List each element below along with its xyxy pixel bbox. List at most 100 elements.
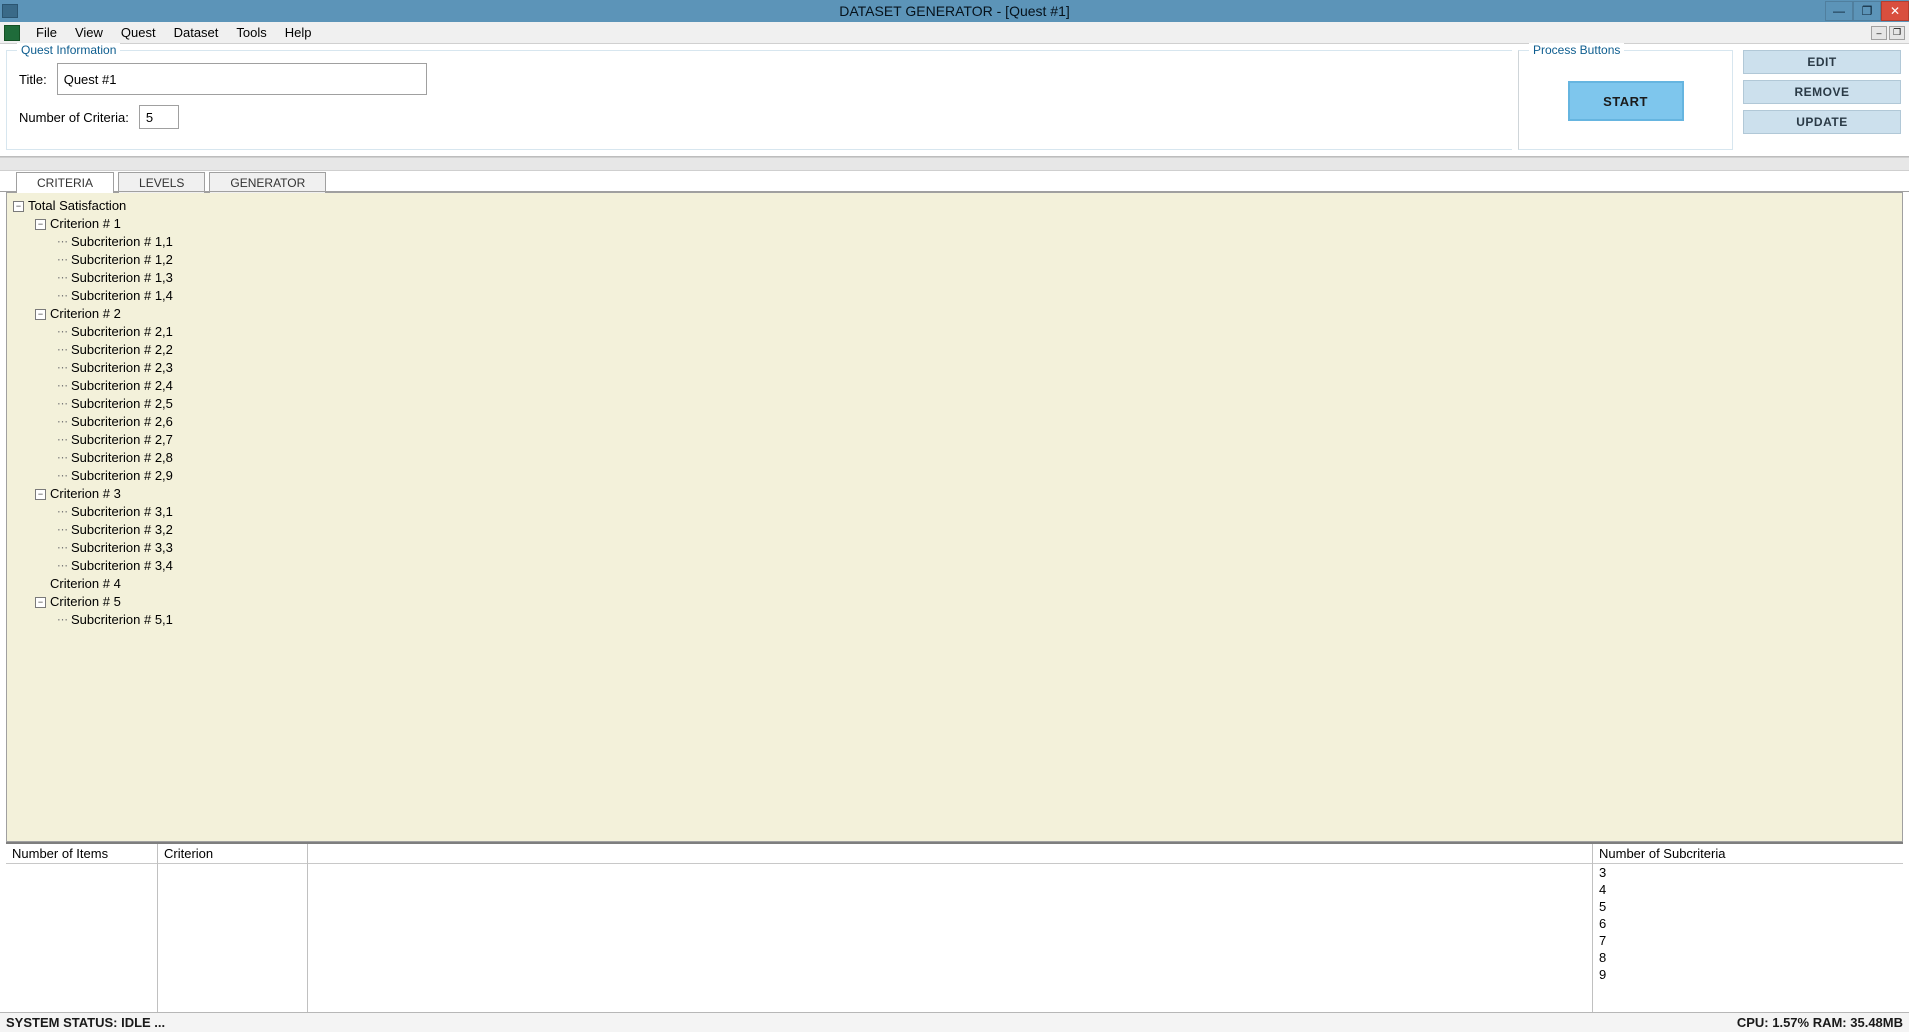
statusbar: SYSTEM STATUS: IDLE ... CPU: 1.57% RAM: … (0, 1012, 1909, 1032)
menu-tools[interactable]: Tools (228, 23, 274, 42)
expand-toggle-icon[interactable]: − (35, 597, 46, 608)
tree-subcriterion-node[interactable]: Subcriterion # 3,1 (71, 503, 173, 521)
maximize-button[interactable]: ❐ (1853, 1, 1881, 21)
tree-connector-icon: ⋯ (57, 539, 67, 557)
process-buttons-legend: Process Buttons (1529, 43, 1624, 57)
tree-subcriterion-node[interactable]: Subcriterion # 3,4 (71, 557, 173, 575)
remove-button[interactable]: REMOVE (1743, 80, 1901, 104)
mdi-controls: – ❐ (1871, 26, 1905, 40)
tree-subcriterion-node[interactable]: Subcriterion # 5,1 (71, 611, 173, 629)
subcriteria-count-item[interactable]: 7 (1593, 932, 1903, 949)
subcriteria-count-item[interactable]: 9 (1593, 966, 1903, 983)
tree-subcriterion-node[interactable]: Subcriterion # 1,1 (71, 233, 173, 251)
menu-quest[interactable]: Quest (113, 23, 164, 42)
menu-file[interactable]: File (28, 23, 65, 42)
tab-generator[interactable]: GENERATOR (209, 172, 326, 193)
criteria-tree-panel[interactable]: −Total Satisfaction−Criterion # 1⋯Subcri… (6, 192, 1903, 842)
tree-connector-icon: ⋯ (57, 521, 67, 539)
tree-connector-icon: ⋯ (57, 251, 67, 269)
menu-view[interactable]: View (67, 23, 111, 42)
expand-toggle-icon[interactable]: − (35, 219, 46, 230)
window-controls: — ❐ ✕ (1825, 1, 1909, 21)
tab-criteria[interactable]: CRITERIA (16, 172, 114, 193)
tree-connector-icon: ⋯ (57, 431, 67, 449)
tree-criterion-node[interactable]: Criterion # 3 (50, 485, 121, 503)
body-number-of-subcriteria[interactable]: 3456789 (1593, 864, 1903, 1012)
tree-connector-icon: ⋯ (57, 413, 67, 431)
tree-subcriterion-node[interactable]: Subcriterion # 2,2 (71, 341, 173, 359)
tree-subcriterion-node[interactable]: Subcriterion # 1,2 (71, 251, 173, 269)
subcriteria-count-item[interactable]: 3 (1593, 864, 1903, 881)
body-criterion[interactable] (158, 864, 307, 1012)
tree-subcriterion-node[interactable]: Subcriterion # 2,3 (71, 359, 173, 377)
tree-connector-icon: ⋯ (57, 287, 67, 305)
tree-subcriterion-node[interactable]: Subcriterion # 2,7 (71, 431, 173, 449)
menu-help[interactable]: Help (277, 23, 320, 42)
upper-panel: Quest Information Title: Number of Crite… (0, 44, 1909, 157)
tree-root-node[interactable]: Total Satisfaction (28, 197, 126, 215)
doc-icon (4, 25, 20, 41)
header-number-of-items: Number of Items (6, 844, 157, 864)
tree-subcriterion-node[interactable]: Subcriterion # 2,4 (71, 377, 173, 395)
tree-connector-icon: ⋯ (57, 503, 67, 521)
update-button[interactable]: UPDATE (1743, 110, 1901, 134)
tree-connector-icon: ⋯ (57, 449, 67, 467)
tree-subcriterion-node[interactable]: Subcriterion # 2,1 (71, 323, 173, 341)
tree-subcriterion-node[interactable]: Subcriterion # 3,2 (71, 521, 173, 539)
title-label: Title: (19, 72, 47, 87)
mdi-minimize-button[interactable]: – (1871, 26, 1887, 40)
subcriteria-count-item[interactable]: 6 (1593, 915, 1903, 932)
tree-connector-icon: ⋯ (57, 611, 67, 629)
window-title: DATASET GENERATOR - [Quest #1] (839, 3, 1070, 19)
app-icon (2, 4, 18, 18)
titlebar: DATASET GENERATOR - [Quest #1] — ❐ ✕ (0, 0, 1909, 22)
tree-subcriterion-node[interactable]: Subcriterion # 2,8 (71, 449, 173, 467)
tree-criterion-node[interactable]: Criterion # 1 (50, 215, 121, 233)
body-blank[interactable] (308, 864, 1592, 1012)
tree-subcriterion-node[interactable]: Subcriterion # 1,4 (71, 287, 173, 305)
tree-connector-icon: ⋯ (57, 269, 67, 287)
close-button[interactable]: ✕ (1881, 1, 1909, 21)
body-number-of-items[interactable] (6, 864, 157, 1012)
tab-levels[interactable]: LEVELS (118, 172, 205, 193)
tree-connector-icon: ⋯ (57, 341, 67, 359)
tabs: CRITERIA LEVELS GENERATOR (0, 171, 1909, 192)
tree-connector-icon: ⋯ (57, 557, 67, 575)
status-right: CPU: 1.57% RAM: 35.48MB (1737, 1015, 1903, 1030)
tree-criterion-node[interactable]: Criterion # 5 (50, 593, 121, 611)
subcriteria-count-item[interactable]: 4 (1593, 881, 1903, 898)
edit-button[interactable]: EDIT (1743, 50, 1901, 74)
header-number-of-subcriteria: Number of Subcriteria (1593, 844, 1903, 864)
tree-subcriterion-node[interactable]: Subcriterion # 3,3 (71, 539, 173, 557)
menubar: File View Quest Dataset Tools Help – ❐ (0, 22, 1909, 44)
subcriteria-count-item[interactable]: 5 (1593, 898, 1903, 915)
tree-subcriterion-node[interactable]: Subcriterion # 2,6 (71, 413, 173, 431)
col-number-of-subcriteria: Number of Subcriteria 3456789 (1593, 844, 1903, 1012)
tree-criterion-node[interactable]: Criterion # 2 (50, 305, 121, 323)
separator-strip (0, 157, 1909, 171)
header-blank (308, 844, 1592, 864)
tree-connector-icon: ⋯ (57, 377, 67, 395)
expand-toggle-icon[interactable]: − (13, 201, 24, 212)
col-criterion: Criterion (158, 844, 308, 1012)
tree-connector-icon: ⋯ (57, 467, 67, 485)
minimize-button[interactable]: — (1825, 1, 1853, 21)
title-input[interactable] (57, 63, 427, 95)
menu-dataset[interactable]: Dataset (166, 23, 227, 42)
right-buttons-panel: EDIT REMOVE UPDATE (1739, 44, 1909, 156)
subcriteria-count-item[interactable]: 8 (1593, 949, 1903, 966)
tree-subcriterion-node[interactable]: Subcriterion # 1,3 (71, 269, 173, 287)
process-buttons-group: Process Buttons START (1518, 50, 1733, 150)
tree-connector-icon: ⋯ (57, 359, 67, 377)
mdi-restore-button[interactable]: ❐ (1889, 26, 1905, 40)
expand-toggle-icon[interactable]: − (35, 489, 46, 500)
col-number-of-items: Number of Items (6, 844, 158, 1012)
expand-toggle-icon[interactable]: − (35, 309, 46, 320)
tree-subcriterion-node[interactable]: Subcriterion # 2,9 (71, 467, 173, 485)
num-criteria-input[interactable] (139, 105, 179, 129)
quest-information-group: Quest Information Title: Number of Crite… (6, 50, 1512, 150)
tree-criterion-node[interactable]: Criterion # 4 (50, 575, 121, 593)
criteria-tree: −Total Satisfaction−Criterion # 1⋯Subcri… (7, 193, 1902, 633)
start-button[interactable]: START (1568, 81, 1684, 121)
tree-subcriterion-node[interactable]: Subcriterion # 2,5 (71, 395, 173, 413)
